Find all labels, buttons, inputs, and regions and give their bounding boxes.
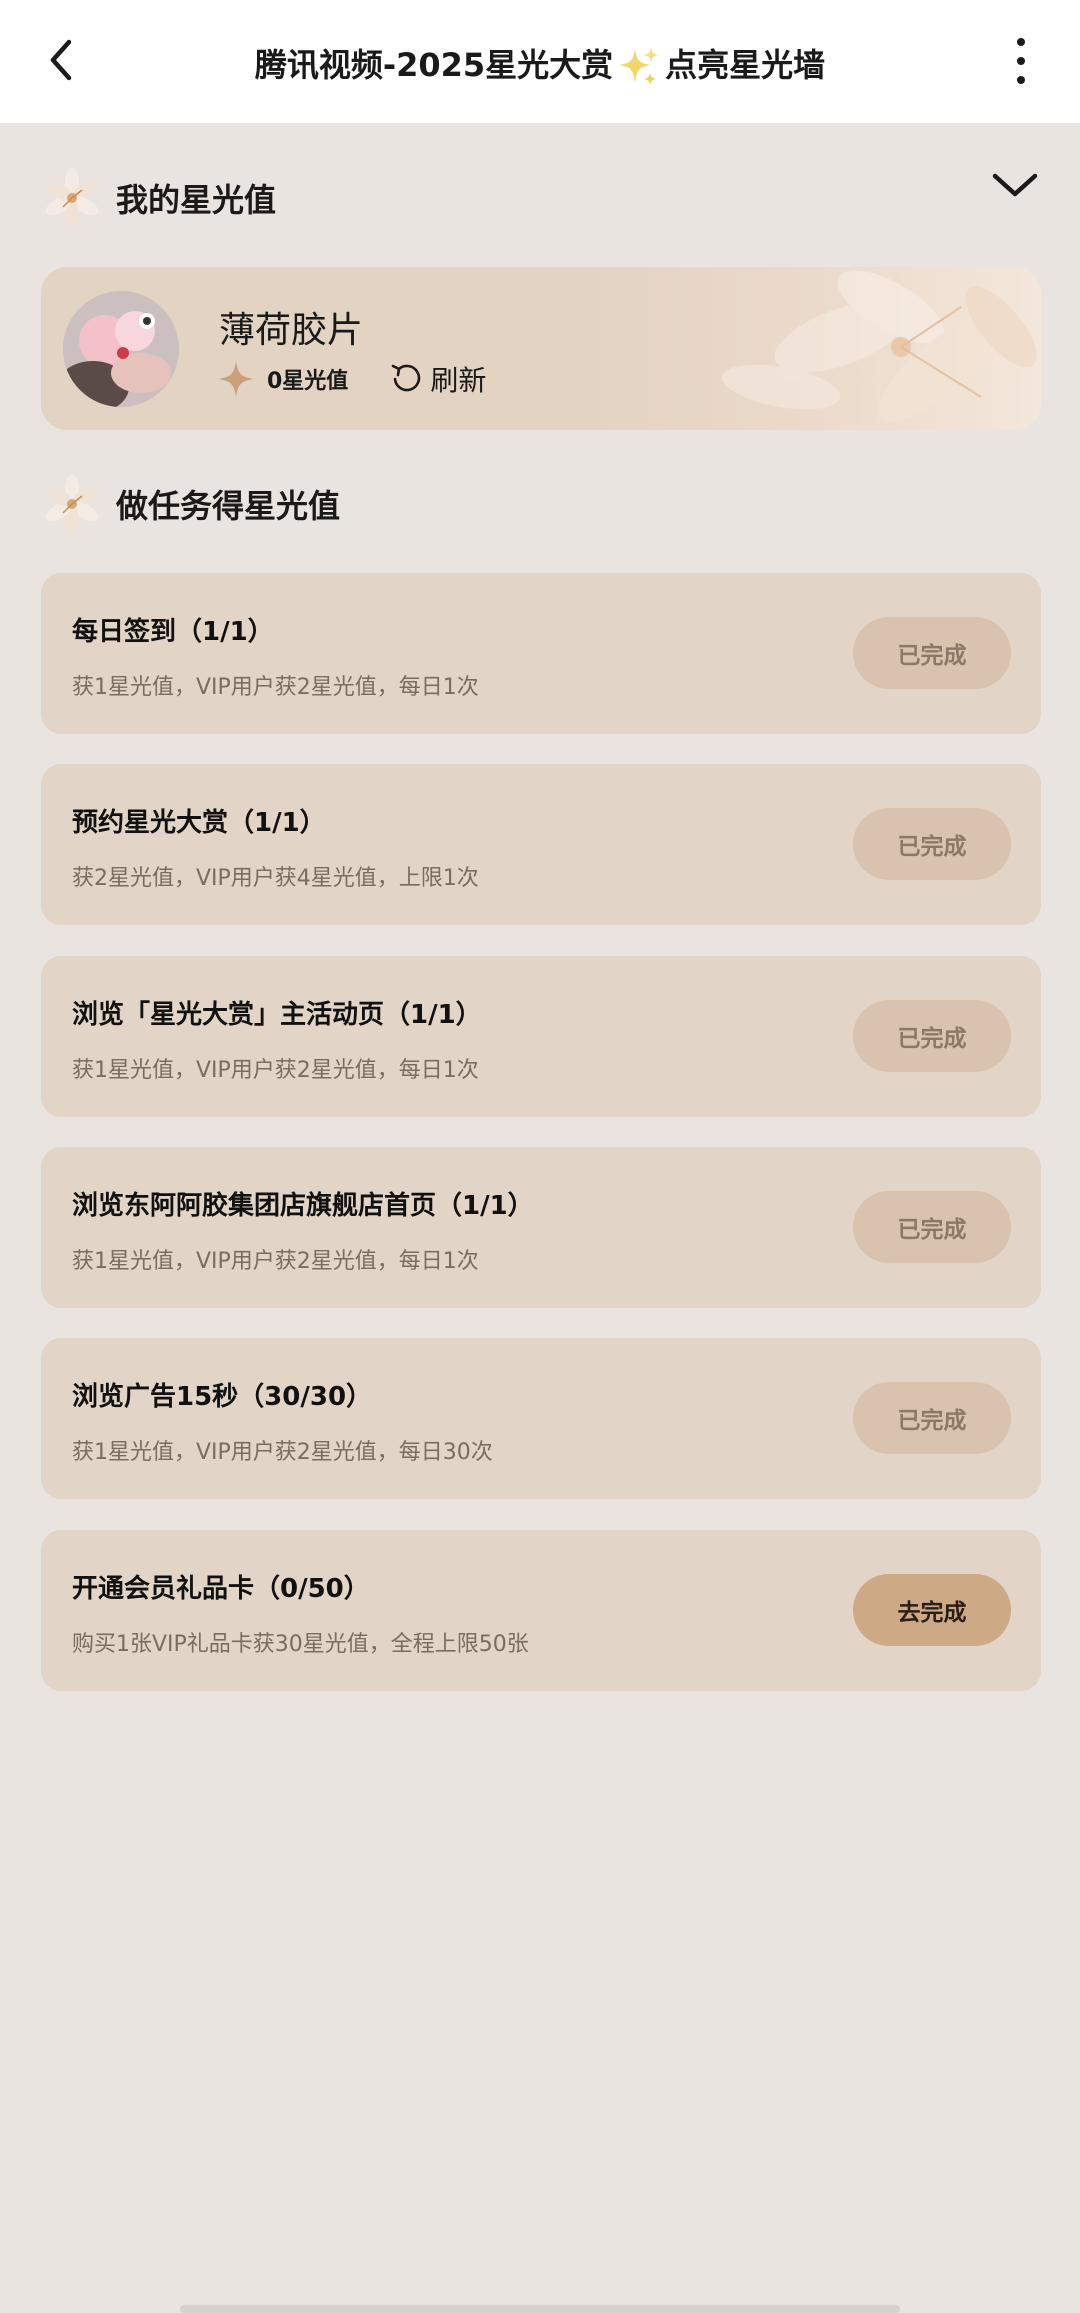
task-title: 预约星光大赏（1/1）	[72, 808, 326, 838]
refresh-label: 刷新	[430, 364, 487, 397]
task-card: 浏览「星光大赏」主活动页（1/1） 获1星光值，VIP用户获2星光值，每日1次 …	[41, 956, 1041, 1117]
task-description: 购买1张VIP礼品卡获30星光值，全程上限50张	[72, 1632, 529, 1657]
back-button[interactable]	[36, 32, 86, 88]
profile-card: 薄荷胶片 0星光值 刷新	[41, 267, 1041, 430]
chevron-down-icon	[992, 173, 1038, 197]
sparkle-icon	[619, 47, 660, 85]
page-title-sub: 点亮星光墙	[665, 46, 826, 84]
task-completed-button[interactable]: 已完成	[853, 1191, 1011, 1263]
refresh-button[interactable]: 刷新	[390, 359, 486, 399]
my-star-section-title: 我的星光值	[116, 181, 277, 219]
top-bar: 腾讯视频-2025星光大赏 点亮星光墙	[0, 0, 1080, 123]
task-description: 获1星光值，VIP用户获2星光值，每日1次	[72, 1249, 479, 1274]
home-indicator	[180, 2305, 900, 2313]
star-icon	[218, 361, 254, 397]
task-completed-button[interactable]: 已完成	[853, 1000, 1011, 1072]
flower-icon	[45, 168, 99, 228]
task-go-complete-button[interactable]: 去完成	[853, 1574, 1011, 1646]
task-card: 浏览东阿阿胶集团店旗舰店首页（1/1） 获1星光值，VIP用户获2星光值，每日1…	[41, 1147, 1041, 1308]
refresh-icon	[392, 364, 421, 392]
task-card: 开通会员礼品卡（0/50） 购买1张VIP礼品卡获30星光值，全程上限50张 去…	[41, 1530, 1041, 1691]
page-title: 腾讯视频-2025星光大赏 点亮星光墙	[150, 40, 930, 90]
task-completed-button[interactable]: 已完成	[853, 1382, 1011, 1454]
task-title: 浏览「星光大赏」主活动页（1/1）	[72, 1000, 482, 1030]
task-description: 获1星光值，VIP用户获2星光值，每日1次	[72, 675, 479, 700]
flower-icon	[45, 474, 99, 534]
task-card: 每日签到（1/1） 获1星光值，VIP用户获2星光值，每日1次 已完成	[41, 573, 1041, 734]
task-card: 预约星光大赏（1/1） 获2星光值，VIP用户获4星光值，上限1次 已完成	[41, 764, 1041, 925]
collapse-button[interactable]	[990, 166, 1040, 206]
task-description: 获1星光值，VIP用户获2星光值，每日1次	[72, 1058, 479, 1083]
task-title: 每日签到（1/1）	[72, 617, 274, 647]
task-title: 开通会员礼品卡（0/50）	[72, 1574, 370, 1604]
more-options-button[interactable]	[1006, 38, 1036, 84]
page-title-main: 腾讯视频-2025星光大赏	[254, 46, 614, 84]
task-completed-button[interactable]: 已完成	[853, 808, 1011, 880]
star-value-row: 0星光值 刷新	[217, 359, 486, 399]
task-completed-button[interactable]: 已完成	[853, 617, 1011, 689]
task-section-title: 做任务得星光值	[116, 487, 341, 525]
more-dot-icon	[1017, 76, 1025, 84]
task-section-header: 做任务得星光值	[42, 472, 340, 536]
avatar[interactable]	[63, 291, 179, 407]
more-dot-icon	[1017, 57, 1025, 65]
avatar-image	[63, 291, 179, 407]
star-value: 0星光值	[267, 369, 349, 394]
username: 薄荷胶片	[219, 310, 364, 351]
my-star-section-header: 我的星光值	[42, 166, 276, 230]
task-description: 获1星光值，VIP用户获2星光值，每日30次	[72, 1440, 493, 1465]
task-card: 浏览广告15秒（30/30） 获1星光值，VIP用户获2星光值，每日30次 已完…	[41, 1338, 1041, 1499]
task-description: 获2星光值，VIP用户获4星光值，上限1次	[72, 866, 479, 891]
task-title: 浏览广告15秒（30/30）	[72, 1382, 373, 1412]
card-background-flower	[721, 270, 1037, 423]
chevron-left-icon	[50, 39, 72, 81]
more-dot-icon	[1017, 38, 1025, 46]
task-title: 浏览东阿阿胶集团店旗舰店首页（1/1）	[72, 1191, 534, 1221]
